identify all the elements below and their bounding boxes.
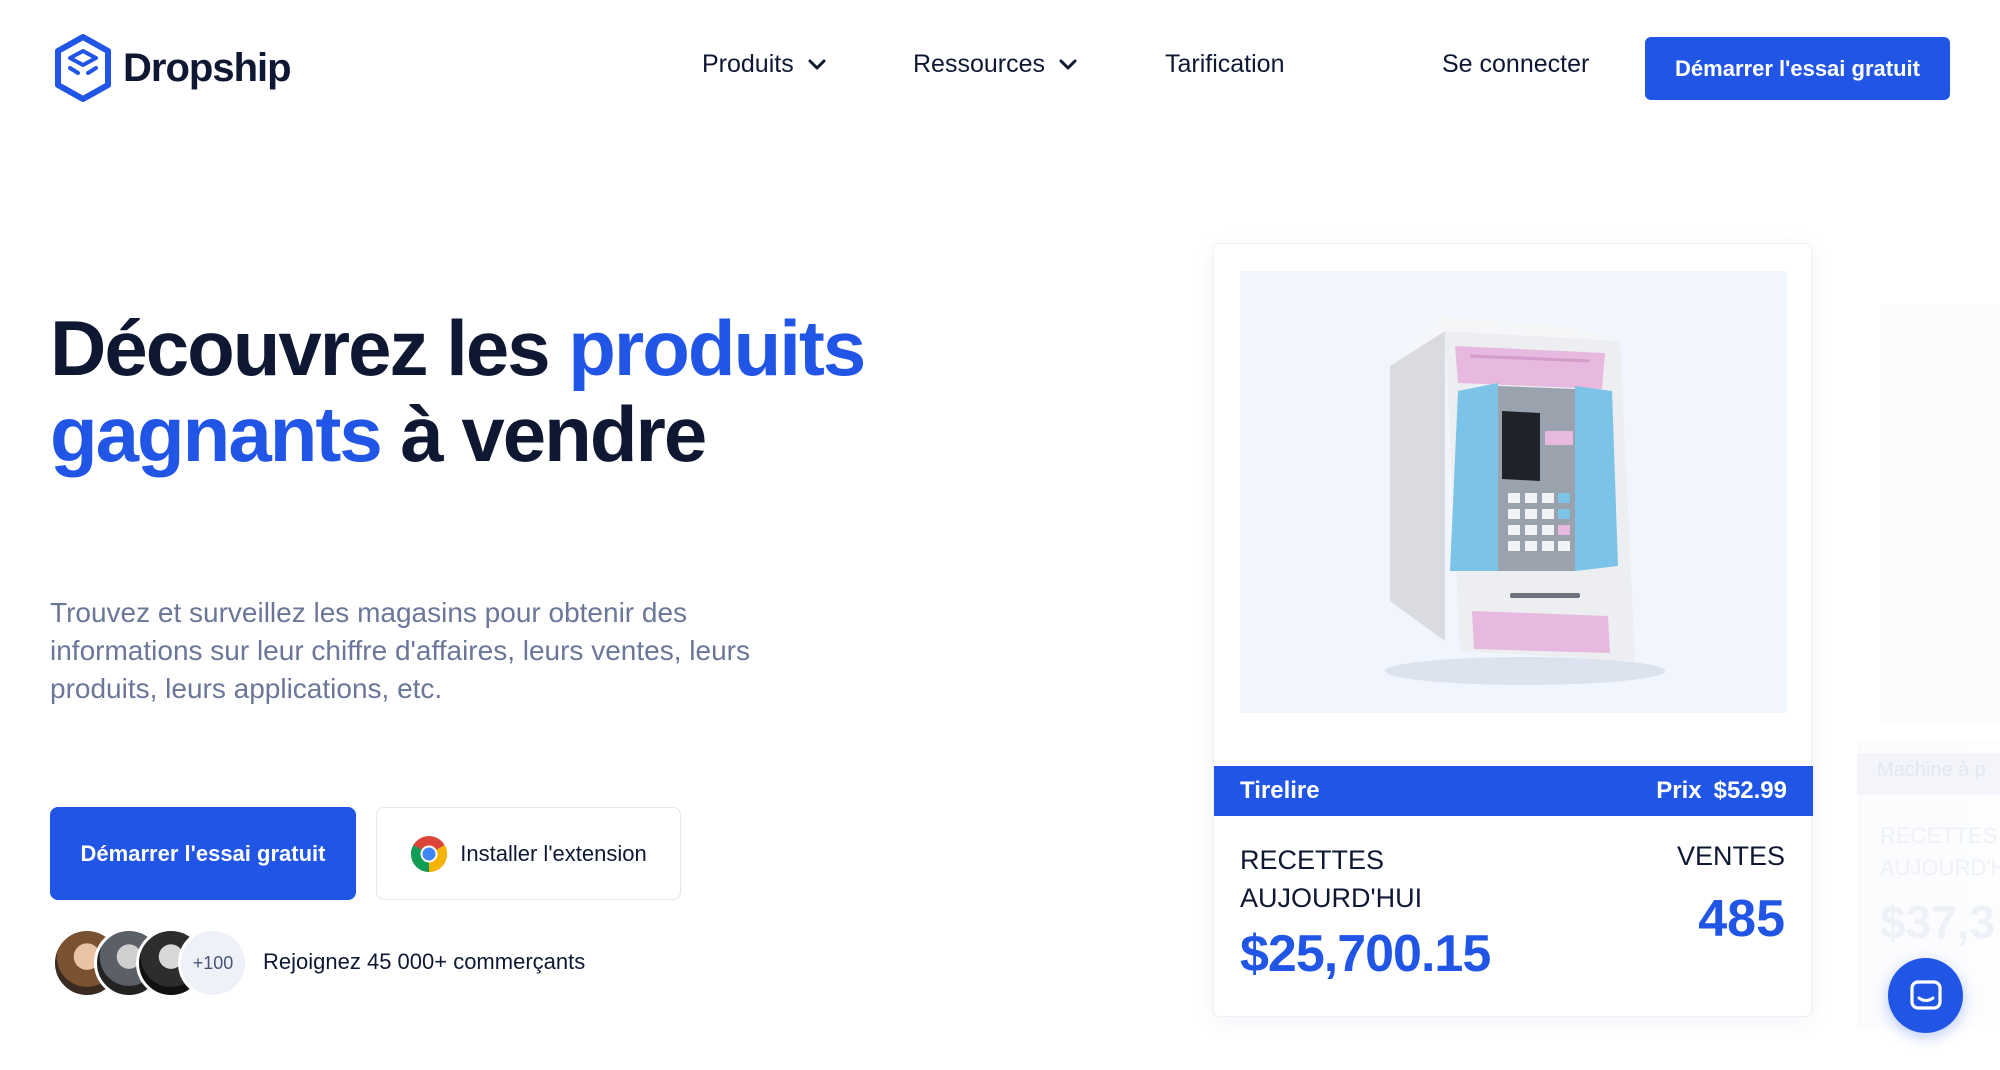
brand-logo[interactable]: Dropship xyxy=(53,34,292,102)
merchant-avatars: +100 xyxy=(52,928,248,998)
brand-name: Dropship xyxy=(123,45,292,90)
login-link[interactable]: Se connecter xyxy=(1442,50,1589,79)
revenue-label-line1: RECETTES xyxy=(1240,845,1385,875)
product-title-bar: Tirelire Prix $52.99 xyxy=(1214,766,1813,816)
join-merchants-text: Rejoignez 45 000+ commerçants xyxy=(263,949,586,974)
hero-trial-button[interactable]: Démarrer l'essai gratuit xyxy=(50,807,356,900)
chat-button[interactable] xyxy=(1888,958,1963,1033)
product-name: Tirelire xyxy=(1240,777,1320,804)
install-extension-button[interactable]: Installer l'extension xyxy=(376,807,681,900)
price-value: $52.99 xyxy=(1713,777,1787,804)
revenue-label-line2: AUJOURD'HUI xyxy=(1240,883,1423,913)
hero-title-part2: à vendre xyxy=(380,390,707,478)
nav-produits-label: Produits xyxy=(702,50,794,78)
login-label: Se connecter xyxy=(1442,50,1590,78)
product-image xyxy=(1240,271,1787,713)
next-product-image xyxy=(1880,305,2000,725)
logo-icon xyxy=(55,34,111,102)
nav-trial-button[interactable]: Démarrer l'essai gratuit xyxy=(1645,37,1950,100)
nav-ressources-label: Ressources xyxy=(913,50,1045,78)
chevron-down-icon xyxy=(808,59,826,69)
nav-ressources[interactable]: Ressources xyxy=(913,50,1077,79)
next-revenue-label-line1: RECETTES xyxy=(1880,823,1998,848)
hero-title: Découvrez les produits gagnants à vendre xyxy=(50,305,950,477)
sales-value: 485 xyxy=(1698,890,1785,948)
product-price: Prix $52.99 xyxy=(1656,777,1787,805)
atm-piggy-bank-icon xyxy=(1385,316,1665,685)
avatar-count-badge: +100 xyxy=(178,928,248,998)
hero-title-accent1: produits xyxy=(568,304,866,392)
nav-produits[interactable]: Produits xyxy=(702,50,826,79)
next-revenue-label-line2: AUJOURD'HUI xyxy=(1880,855,2000,880)
price-label: Prix xyxy=(1656,777,1702,804)
top-navigation: Dropship Produits Ressources Tarificatio… xyxy=(0,0,2000,136)
hero-title-accent2: gagnants xyxy=(50,390,383,478)
chat-icon xyxy=(1909,979,1942,1010)
next-revenue-label: RECETTES AUJOURD'HUI xyxy=(1880,820,2000,884)
revenue-value: $25,700.15 xyxy=(1240,925,1491,983)
chrome-icon xyxy=(411,835,448,872)
product-card[interactable]: Tirelire Prix $52.99 RECETTES AUJOURD'HU… xyxy=(1213,243,1813,1017)
hero-subtitle: Trouvez et surveillez les magasins pour … xyxy=(50,597,750,704)
sales-label: VENTES xyxy=(1676,841,1785,871)
hero-title-part1: Découvrez les xyxy=(50,304,569,392)
chevron-down-icon xyxy=(1059,59,1077,69)
next-product-name: Machine à p xyxy=(1857,753,2000,795)
revenue-label: RECETTES AUJOURD'HUI xyxy=(1240,841,1422,917)
install-extension-label: Installer l'extension xyxy=(460,840,647,866)
nav-tarification[interactable]: Tarification xyxy=(1165,50,1285,79)
next-revenue-value: $37,3 xyxy=(1880,896,1996,948)
nav-tarification-label: Tarification xyxy=(1165,50,1285,78)
